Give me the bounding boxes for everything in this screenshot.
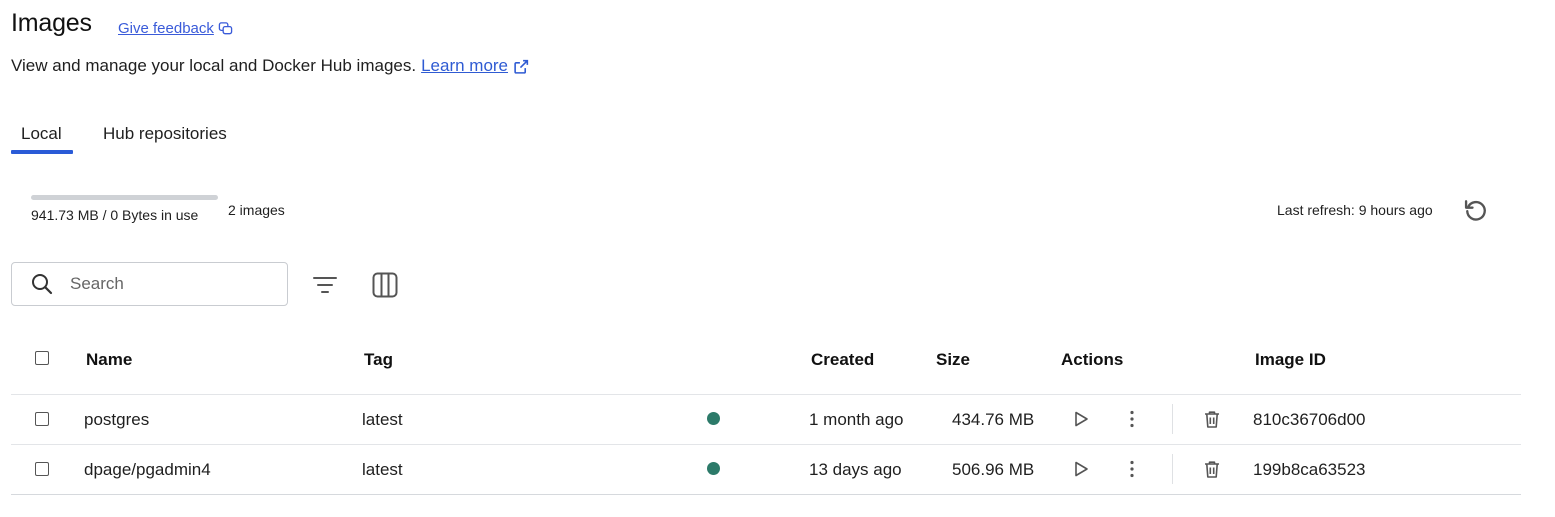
page-subtitle: View and manage your local and Docker Hu… xyxy=(11,56,530,76)
image-name[interactable]: postgres xyxy=(84,410,149,430)
image-created: 13 days ago xyxy=(809,460,902,479)
column-header-actions: Actions xyxy=(1061,350,1124,369)
trash-icon xyxy=(1205,410,1219,428)
subtitle-text: View and manage your local and Docker Hu… xyxy=(11,56,417,75)
column-header-name[interactable]: Name xyxy=(86,350,132,370)
search-box[interactable] xyxy=(11,262,288,306)
give-feedback-label: Give feedback xyxy=(118,20,214,37)
delete-button[interactable] xyxy=(1198,405,1226,433)
image-tag: latest xyxy=(362,460,403,479)
filter-icon xyxy=(313,277,337,293)
table-divider xyxy=(11,494,1521,495)
image-name[interactable]: dpage/pgadmin4 xyxy=(84,460,211,480)
image-size: 434.76 MB xyxy=(952,410,1035,429)
run-button[interactable] xyxy=(1067,455,1095,483)
image-id: 810c36706d00 xyxy=(1253,410,1366,429)
image-tag: latest xyxy=(362,410,403,429)
refresh-icon xyxy=(1464,200,1486,221)
feedback-icon xyxy=(218,22,233,35)
search-icon xyxy=(32,274,53,295)
select-all-checkbox[interactable] xyxy=(35,351,49,365)
columns-button[interactable] xyxy=(369,269,401,301)
page-title: Images xyxy=(11,9,92,37)
status-dot xyxy=(707,462,720,475)
status-dot xyxy=(707,412,720,425)
more-button[interactable] xyxy=(1118,455,1146,483)
more-vertical-icon xyxy=(1130,460,1134,478)
image-id: 199b8ca63523 xyxy=(1253,460,1366,479)
image-count: 2 images xyxy=(228,202,285,218)
delete-button[interactable] xyxy=(1198,455,1226,483)
play-icon xyxy=(1075,411,1088,427)
disk-usage-text: 941.73 MB / 0 Bytes in use xyxy=(31,207,199,223)
external-link-icon xyxy=(514,59,529,74)
column-header-created[interactable]: Created xyxy=(811,350,874,370)
filter-button[interactable] xyxy=(308,270,342,300)
column-header-image-id[interactable]: Image ID xyxy=(1255,350,1326,370)
column-header-size[interactable]: Size xyxy=(936,350,970,370)
tab-local[interactable]: Local xyxy=(21,124,62,144)
row-checkbox[interactable] xyxy=(35,412,49,426)
row-checkbox[interactable] xyxy=(35,462,49,476)
active-tab-indicator xyxy=(11,150,73,154)
trash-icon xyxy=(1205,460,1219,478)
play-icon xyxy=(1075,461,1088,477)
columns-icon xyxy=(372,272,398,298)
image-created: 1 month ago xyxy=(809,410,904,429)
more-button[interactable] xyxy=(1118,405,1146,433)
table-divider xyxy=(11,394,1521,395)
more-vertical-icon xyxy=(1130,410,1134,428)
search-input[interactable] xyxy=(68,273,272,295)
actions-separator xyxy=(1172,454,1173,484)
table-divider xyxy=(11,444,1521,445)
disk-usage-bar xyxy=(31,195,218,200)
refresh-button[interactable] xyxy=(1460,195,1492,225)
run-button[interactable] xyxy=(1067,405,1095,433)
image-size: 506.96 MB xyxy=(952,460,1035,479)
tab-hub-repositories[interactable]: Hub repositories xyxy=(103,124,227,144)
last-refresh-text: Last refresh: 9 hours ago xyxy=(1277,202,1433,218)
learn-more-link[interactable]: Learn more xyxy=(421,56,508,76)
column-header-tag[interactable]: Tag xyxy=(364,350,393,370)
actions-separator xyxy=(1172,404,1173,434)
give-feedback-link[interactable]: Give feedback xyxy=(118,20,233,37)
